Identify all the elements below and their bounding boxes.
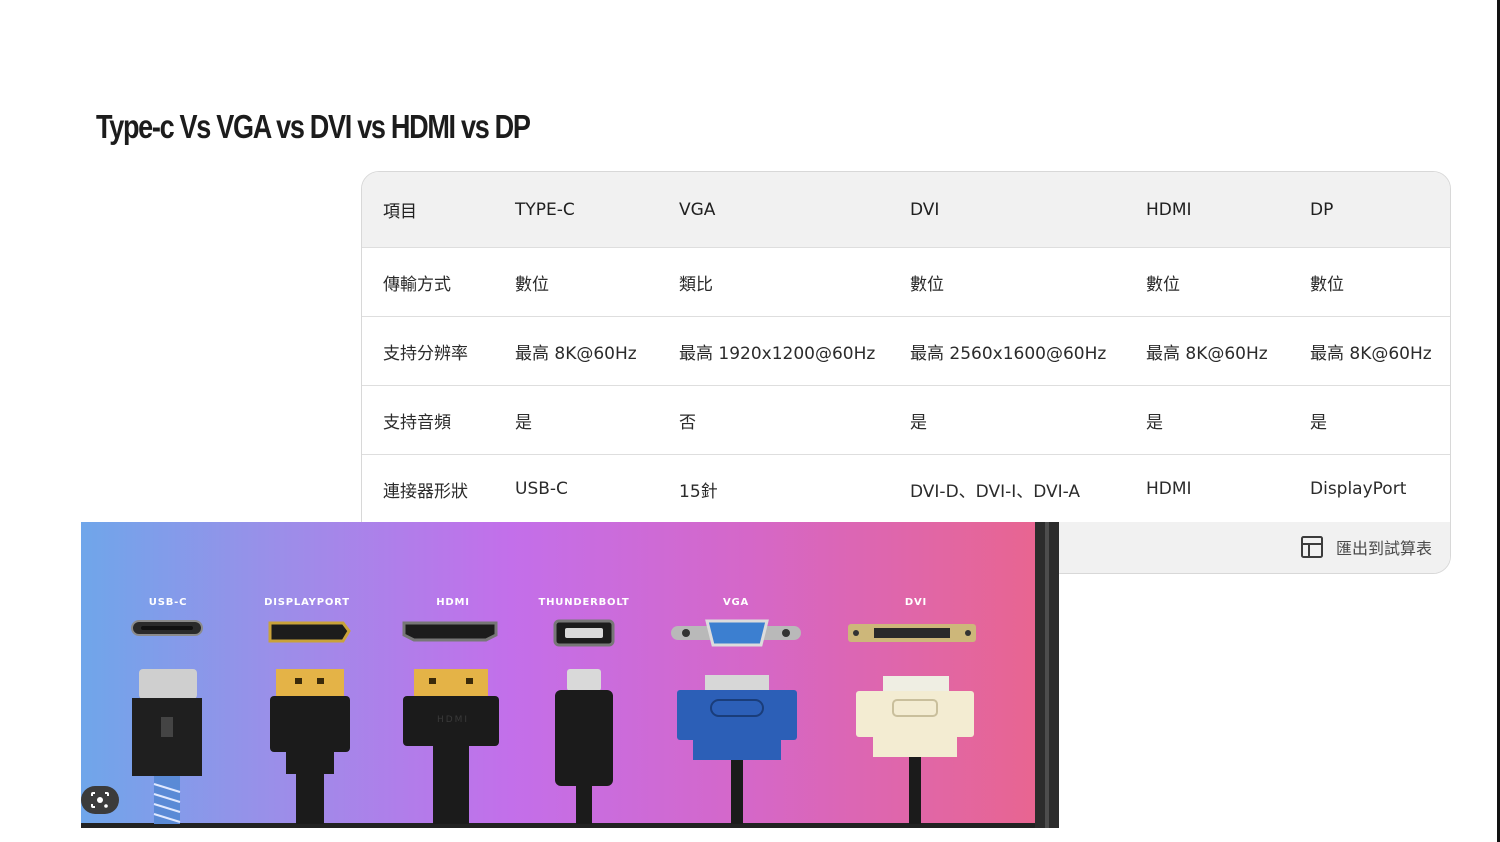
usb-c-cable-icon [132, 669, 202, 824]
hdmi-cable-icon [403, 669, 499, 824]
table-cell: 最高 2560x1600@60Hz [910, 343, 1107, 364]
table-cell: 最高 8K@60Hz [1146, 343, 1268, 364]
usb-c-port-icon [131, 620, 203, 636]
header-cell: VGA [679, 199, 716, 220]
table-header-row: 項目 TYPE-C VGA DVI HDMI DP [362, 172, 1450, 248]
google-lens-icon [91, 792, 109, 808]
table-cell: 是 [910, 412, 927, 433]
hdmi-plug-text: HDMI [437, 715, 469, 725]
photo-frame-right [1035, 522, 1059, 828]
table-cell: 類比 [679, 274, 713, 295]
table-cell: USB-C [515, 479, 568, 499]
table-cell: HDMI [1146, 479, 1192, 499]
displayport-cable-icon [270, 669, 350, 824]
comparison-table: 項目 TYPE-C VGA DVI HDMI DP 傳輸方式 數位 類比 數位 … [361, 171, 1451, 574]
table-cell: 傳輸方式 [383, 274, 451, 295]
thunderbolt-cable-icon [555, 669, 613, 824]
table-cell: 數位 [1310, 274, 1344, 295]
table-grid-icon [1300, 536, 1323, 558]
export-to-sheets-button[interactable]: 匯出到試算表 [1300, 535, 1432, 559]
header-cell: TYPE-C [515, 199, 575, 220]
header-cell: 項目 [383, 202, 417, 222]
table-cell: 支持分辨率 [383, 343, 468, 364]
table-cell: 是 [1310, 412, 1327, 433]
table-cell: 是 [515, 412, 532, 433]
header-cell: HDMI [1146, 199, 1192, 220]
table-cell: 支持音頻 [383, 412, 451, 433]
export-to-sheets-label: 匯出到試算表 [1335, 539, 1432, 558]
table-cell: DisplayPort [1310, 479, 1407, 499]
table-cell: DVI-D、DVI-I、DVI-A [910, 481, 1081, 502]
vga-cable-icon [677, 675, 797, 824]
hdmi-port-icon [402, 621, 498, 642]
header-cell: DVI [910, 199, 940, 220]
vga-port-icon [671, 619, 801, 647]
table-cell: 數位 [1146, 274, 1180, 295]
table-cell: 最高 8K@60Hz [515, 343, 637, 364]
table-cell: 最高 1920x1200@60Hz [679, 343, 876, 364]
connector-illustrations: HDMI [131, 619, 976, 824]
dvi-cable-icon [856, 676, 974, 824]
table-cell: 連接器形狀 [383, 481, 468, 502]
dvi-port-icon [848, 624, 976, 642]
google-lens-button[interactable] [81, 786, 119, 814]
slide-title: Type-c Vs VGA vs DVI vs HDMI vs DP [96, 108, 531, 145]
table-cell: 最高 8K@60Hz [1310, 343, 1432, 364]
table-cell: 數位 [910, 274, 944, 295]
table-row: 連接器形狀 USB-C 15針 DVI-D、DVI-I、DVI-A HDMI D… [362, 455, 1450, 524]
table-cell: 數位 [515, 274, 549, 295]
connector-photo: USB-C DISPLAYPORT HDMI THUNDERBOLT VGA D… [81, 522, 1059, 828]
displayport-port-icon [268, 621, 351, 643]
table-row: 支持分辨率 最高 8K@60Hz 最高 1920x1200@60Hz 最高 25… [362, 317, 1450, 386]
table-row: 支持音頻 是 否 是 是 是 [362, 386, 1450, 455]
table-cell: 是 [1146, 412, 1163, 433]
table-cell: 否 [679, 412, 696, 433]
table-row: 傳輸方式 數位 類比 數位 數位 數位 [362, 248, 1450, 317]
thunderbolt-port-icon [553, 619, 615, 647]
table-cell: 15針 [679, 481, 718, 502]
header-cell: DP [1310, 199, 1334, 220]
